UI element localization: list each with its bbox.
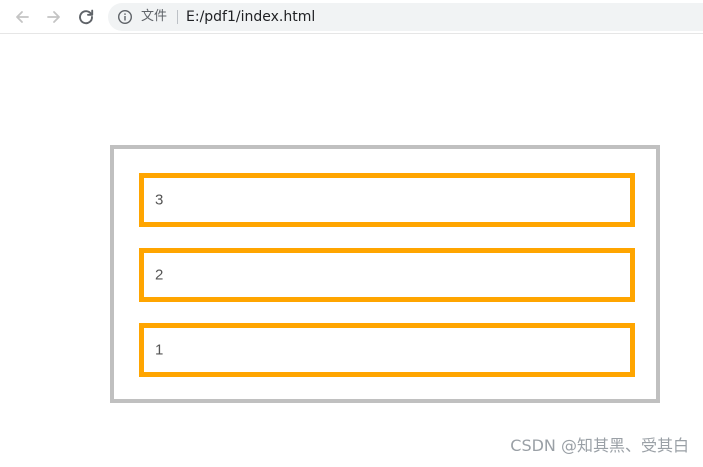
outer-container: 3 2 1 bbox=[110, 145, 660, 403]
address-bar[interactable]: 文件 E:/pdf1/index.html bbox=[108, 3, 703, 31]
forward-arrow-icon bbox=[47, 11, 60, 23]
list-item: 1 bbox=[139, 323, 635, 377]
url-text[interactable]: E:/pdf1/index.html bbox=[186, 8, 315, 26]
list-item-label: 1 bbox=[155, 341, 164, 359]
browser-toolbar: 文件 E:/pdf1/index.html bbox=[0, 0, 703, 34]
list-item-label: 2 bbox=[155, 266, 164, 284]
list-item: 3 bbox=[139, 173, 635, 227]
watermark: CSDN @知其黑、受其白 bbox=[510, 436, 689, 455]
list-item-label: 3 bbox=[155, 191, 164, 209]
address-separator bbox=[177, 10, 178, 24]
reload-icon bbox=[79, 9, 94, 25]
info-icon[interactable] bbox=[117, 9, 133, 25]
list-item: 2 bbox=[139, 248, 635, 302]
reload-button[interactable] bbox=[73, 4, 99, 30]
file-scheme-label: 文件 bbox=[141, 9, 168, 24]
back-arrow-icon bbox=[16, 11, 29, 23]
back-button[interactable] bbox=[9, 4, 35, 30]
forward-button[interactable] bbox=[41, 4, 67, 30]
